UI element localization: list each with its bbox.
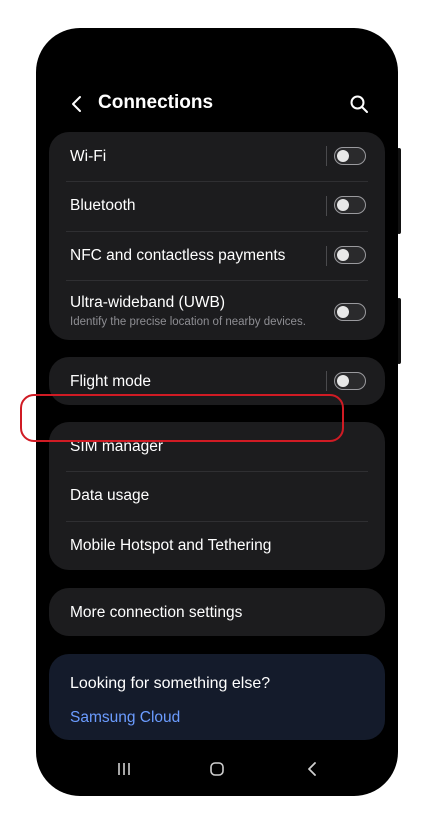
bluetooth-row[interactable]: Bluetooth bbox=[49, 182, 385, 231]
navigation-bar bbox=[36, 744, 398, 796]
suggestion-heading: Looking for something else? bbox=[70, 675, 271, 692]
connections-toggles-card: Wi-Fi Bluetooth NFC and contactless paym… bbox=[49, 132, 385, 340]
nfc-row[interactable]: NFC and contactless payments bbox=[49, 232, 385, 280]
separator bbox=[326, 371, 327, 391]
toggle-knob bbox=[337, 374, 349, 387]
sim-manager-row[interactable]: SIM manager bbox=[49, 422, 385, 471]
wifi-row[interactable]: Wi-Fi bbox=[49, 132, 385, 181]
phone-screen: Connections Wi-Fi Bluetooth NFC and cont… bbox=[36, 28, 398, 796]
bluetooth-toggle[interactable] bbox=[334, 196, 366, 214]
separator bbox=[326, 146, 327, 166]
recents-icon[interactable] bbox=[110, 758, 140, 780]
suggestion-card: Looking for something else? Samsung Clou… bbox=[49, 654, 385, 740]
row-label: Bluetooth bbox=[70, 197, 136, 214]
separator bbox=[326, 196, 327, 216]
samsung-cloud-link[interactable]: Samsung Cloud bbox=[70, 709, 180, 727]
toggle-knob bbox=[337, 305, 349, 318]
hotspot-row[interactable]: Mobile Hotspot and Tethering bbox=[49, 522, 385, 570]
wifi-toggle[interactable] bbox=[334, 147, 366, 165]
nfc-toggle[interactable] bbox=[334, 246, 366, 264]
page-title: Connections bbox=[98, 92, 214, 113]
more-settings-card: More connection settings bbox=[49, 588, 385, 636]
chevron-left-icon[interactable] bbox=[66, 93, 88, 115]
row-description: Identify the precise location of nearby … bbox=[70, 316, 306, 328]
toggle-knob bbox=[337, 149, 349, 162]
row-label: NFC and contactless payments bbox=[70, 247, 286, 264]
separator bbox=[326, 246, 327, 266]
flight-mode-toggle[interactable] bbox=[334, 372, 366, 390]
row-label: Ultra-wideband (UWB) bbox=[70, 294, 226, 311]
back-icon[interactable] bbox=[298, 758, 328, 780]
top-app-bar: Connections bbox=[36, 88, 398, 122]
flight-mode-card: Flight mode bbox=[49, 357, 385, 405]
row-label: Data usage bbox=[70, 487, 150, 504]
toggle-knob bbox=[337, 198, 349, 211]
uwb-row[interactable]: Ultra-wideband (UWB) Identify the precis… bbox=[49, 281, 385, 340]
search-icon[interactable] bbox=[348, 93, 370, 115]
toggle-knob bbox=[337, 248, 349, 261]
row-label: Mobile Hotspot and Tethering bbox=[70, 537, 272, 554]
uwb-toggle[interactable] bbox=[334, 303, 366, 321]
row-label: Wi-Fi bbox=[70, 148, 107, 165]
row-label: Flight mode bbox=[70, 373, 151, 390]
row-label: SIM manager bbox=[70, 438, 164, 455]
more-connection-settings-row[interactable]: More connection settings bbox=[49, 588, 385, 636]
home-icon[interactable] bbox=[202, 758, 232, 780]
sim-data-card: SIM manager Data usage Mobile Hotspot an… bbox=[49, 422, 385, 570]
row-label: More connection settings bbox=[70, 604, 243, 621]
data-usage-row[interactable]: Data usage bbox=[49, 472, 385, 521]
flight-mode-row[interactable]: Flight mode bbox=[49, 357, 385, 405]
